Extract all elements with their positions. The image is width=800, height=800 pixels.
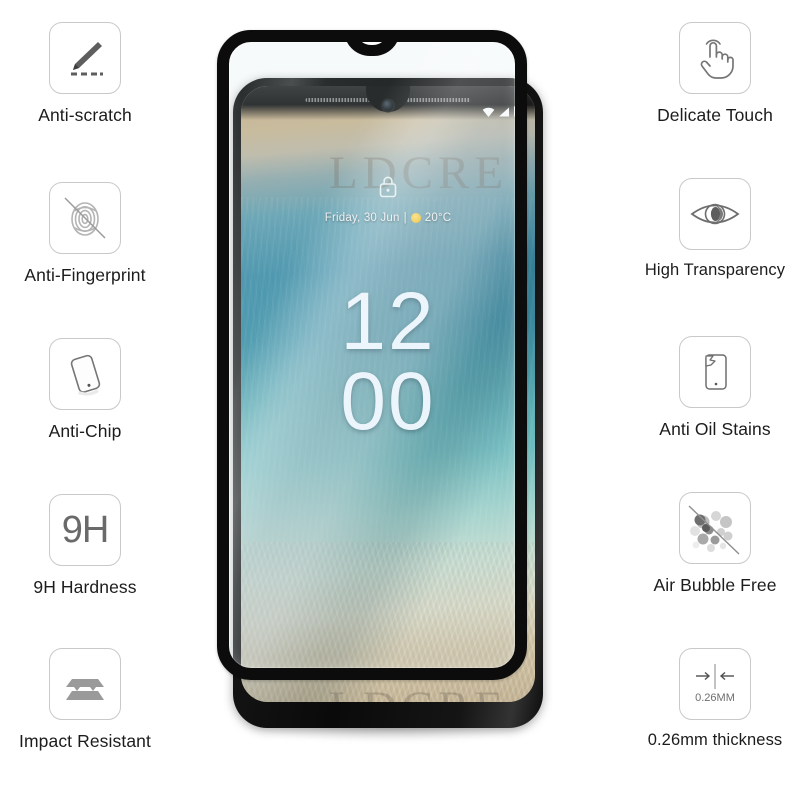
feature-anti-chip: Anti-Chip — [0, 338, 180, 442]
feature-label: Anti Oil Stains — [659, 419, 771, 439]
phone-with-screen-protector: LDCRE LDCRE — [205, 18, 575, 763]
feature-label: Anti-scratch — [38, 105, 132, 125]
hardness-icon-text: 9H — [61, 508, 110, 551]
feature-label: Impact Resistant — [19, 731, 151, 751]
feature-impact-resistant: Impact Resistant — [0, 648, 180, 752]
right-feature-column: Delicate Touch High Transparency Anti Oi… — [620, 0, 800, 800]
feature-label: High Transparency — [644, 261, 786, 279]
feature-label: 9H Hardness — [33, 577, 137, 597]
feature-anti-fingerprint: Anti-Fingerprint — [0, 182, 180, 286]
bubbles-blocked-icon — [679, 492, 751, 564]
feature-high-transparency: High Transparency — [620, 178, 800, 280]
feature-delicate-touch: Delicate Touch — [620, 22, 800, 126]
thickness-icon-text: 0.26MM — [695, 692, 735, 704]
fingerprint-blocked-icon — [49, 182, 121, 254]
touch-hand-icon — [679, 22, 751, 94]
eye-icon — [679, 178, 751, 250]
feature-label: Anti-Chip — [48, 421, 122, 441]
feature-9h-hardness: 9H 9H Hardness — [0, 494, 180, 598]
9h-hardness-icon: 9H — [49, 494, 121, 566]
left-feature-column: Anti-scratch Anti-Fingerprint Anti-Chip … — [0, 0, 180, 800]
feature-thickness: 0.26MM 0.26mm thickness — [620, 648, 800, 750]
product-feature-poster: Anti-scratch Anti-Fingerprint Anti-Chip … — [0, 0, 800, 800]
feature-label: Air Bubble Free — [653, 575, 777, 595]
thickness-caliper-icon: 0.26MM — [679, 648, 751, 720]
tempered-glass-protector — [217, 30, 527, 680]
phone-oil-stain-icon — [679, 336, 751, 408]
feature-anti-oil-stains: Anti Oil Stains — [620, 336, 800, 440]
feature-label: Anti-Fingerprint — [24, 265, 146, 285]
glass-inner-edge — [229, 42, 515, 668]
feature-label: 0.26mm thickness — [647, 731, 783, 749]
knife-scratch-icon — [49, 22, 121, 94]
watermark-bottom: LDCRE — [329, 681, 508, 702]
tilted-phone-icon — [49, 338, 121, 410]
feature-air-bubble-free: Air Bubble Free — [620, 492, 800, 596]
feature-anti-scratch: Anti-scratch — [0, 22, 180, 126]
feature-label: Delicate Touch — [657, 105, 773, 125]
layered-plates-icon — [49, 648, 121, 720]
